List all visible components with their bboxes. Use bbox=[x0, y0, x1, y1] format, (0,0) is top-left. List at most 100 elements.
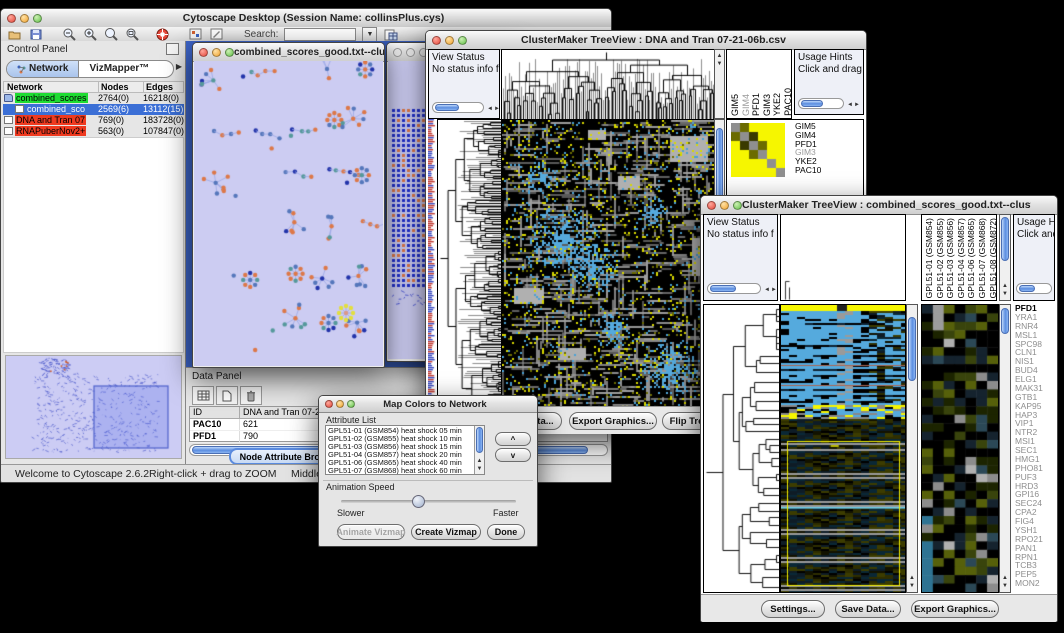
scroll-left-icon[interactable]: ◄ bbox=[847, 100, 853, 112]
minimize-button[interactable] bbox=[445, 36, 454, 45]
table-view-icon[interactable] bbox=[192, 386, 214, 405]
tab-network[interactable]: Network bbox=[7, 61, 79, 77]
network-overview-canvas[interactable] bbox=[6, 356, 181, 458]
tv2-hints-hscrollbar[interactable] bbox=[1016, 283, 1052, 294]
tv2-status-hscrollbar[interactable] bbox=[707, 283, 761, 294]
move-up-button[interactable]: ^ bbox=[495, 432, 531, 446]
tv2-row-dendrogram[interactable] bbox=[703, 304, 780, 593]
scroll-right-icon[interactable]: ► bbox=[494, 104, 500, 116]
scroll-left-icon[interactable]: ◄ bbox=[764, 285, 770, 297]
zoom-in-icon[interactable] bbox=[82, 28, 97, 41]
zoom-out-icon[interactable] bbox=[61, 28, 76, 41]
tv2-gene-list: PFD1YRA1RNR4MSL1SPC98CLN1NIS1BUD4ELG1MAK… bbox=[1015, 304, 1055, 590]
network-list-row[interactable]: RNAPuberNov2+563(0)107847(0) bbox=[3, 125, 184, 136]
tv2-zoom-heatmap[interactable] bbox=[921, 304, 999, 593]
zoom-actual-icon[interactable] bbox=[124, 28, 139, 41]
save-data-button[interactable]: Save Data... bbox=[835, 600, 901, 618]
zoom-button[interactable] bbox=[733, 201, 742, 210]
tv1-global-matrix[interactable] bbox=[731, 123, 785, 177]
help-lifesaver-icon[interactable] bbox=[155, 28, 170, 41]
zoom-selected-icon[interactable] bbox=[103, 28, 118, 41]
minimize-button[interactable] bbox=[336, 400, 344, 408]
attribute-list-item[interactable]: GPL51-07 (GSM868) heat shock 60 min bbox=[328, 467, 482, 475]
window-controls[interactable] bbox=[7, 14, 42, 23]
done-button[interactable]: Done bbox=[487, 524, 525, 540]
tv2-zoom-vscrollbar[interactable]: ▲▼ bbox=[999, 304, 1011, 593]
scroll-right-icon[interactable]: ► bbox=[771, 285, 777, 297]
tv2-view-status-panel: View Status No status info f ◄ ► bbox=[703, 214, 778, 301]
zoom-button[interactable] bbox=[347, 400, 355, 408]
net1-titlebar[interactable]: combined_scores_good.txt--cluste... bbox=[193, 43, 384, 62]
column-label: GIM4 bbox=[741, 94, 751, 116]
minimize-button[interactable] bbox=[406, 48, 415, 57]
tv1-matrix-row-labels: GIM5GIM4PFD1GIM3YKE2PAC10 bbox=[795, 122, 821, 175]
minimize-button[interactable] bbox=[20, 14, 29, 23]
new-attribute-icon[interactable] bbox=[216, 386, 238, 405]
attribute-list-vscrollbar[interactable]: ▲▼ bbox=[474, 426, 484, 474]
float-panel-icon[interactable] bbox=[166, 43, 179, 55]
zoom-button[interactable] bbox=[33, 14, 42, 23]
close-button[interactable] bbox=[432, 36, 441, 45]
import-table-icon[interactable] bbox=[383, 28, 398, 41]
zoom-button[interactable] bbox=[458, 36, 467, 45]
create-vizmap-button[interactable]: Create Vizmap bbox=[411, 524, 481, 540]
close-button[interactable] bbox=[707, 201, 716, 210]
vizmapper-panel-icon[interactable] bbox=[188, 28, 203, 41]
control-panel-title: Control Panel bbox=[7, 44, 68, 55]
close-button[interactable] bbox=[325, 400, 333, 408]
attribute-list[interactable]: GPL51-01 (GSM854) heat shock 05 minGPL51… bbox=[325, 425, 485, 475]
tv1-heatmap[interactable] bbox=[501, 119, 715, 408]
usage-hints-title: Usage Hints bbox=[1017, 217, 1051, 229]
network-view-canvas-1[interactable] bbox=[194, 61, 383, 366]
tv1-col-scroll[interactable]: ▲▼ bbox=[714, 49, 725, 119]
main-titlebar[interactable]: Cytoscape Desktop (Session Name: collins… bbox=[1, 9, 611, 28]
export-graphics-button[interactable]: Export Graphics... bbox=[569, 412, 657, 430]
zoom-button[interactable] bbox=[225, 48, 234, 57]
dialog-titlebar[interactable]: Map Colors to Network bbox=[319, 396, 537, 413]
usage-hints-title: Usage Hints bbox=[798, 52, 860, 64]
scroll-left-icon[interactable]: ◄ bbox=[487, 104, 493, 116]
speed-slider-thumb[interactable] bbox=[412, 495, 425, 508]
close-button[interactable] bbox=[393, 48, 402, 57]
tv2-heatmap-vscrollbar[interactable]: ▲▼ bbox=[906, 304, 918, 593]
export-graphics-button[interactable]: Export Graphics... bbox=[911, 600, 999, 618]
net1-title: combined_scores_good.txt--cluste... bbox=[234, 47, 384, 58]
close-button[interactable] bbox=[199, 48, 208, 57]
settings-button[interactable]: Settings... bbox=[761, 600, 825, 618]
network-overview-panel[interactable] bbox=[5, 355, 182, 459]
network-list-row[interactable]: combined_scores2764(0)16218(0) bbox=[3, 93, 184, 104]
control-panel: Control Panel Network VizMapper™ ▶ Netwo… bbox=[1, 41, 186, 464]
tv2-titlebar[interactable]: ClusterMaker TreeView : combined_scores_… bbox=[701, 196, 1057, 215]
minimize-button[interactable] bbox=[212, 48, 221, 57]
search-dropdown-arrow[interactable]: ▼ bbox=[362, 27, 377, 42]
tv1-column-dendrogram[interactable] bbox=[501, 49, 715, 121]
network-list-row[interactable]: DNA and Tran 07769(0)183728(0) bbox=[3, 115, 184, 126]
scroll-right-icon[interactable]: ► bbox=[854, 100, 860, 112]
tv2-column-tree-area[interactable] bbox=[780, 214, 906, 301]
matrix-row-label: PAC10 bbox=[795, 166, 821, 175]
tv1-hints-hscrollbar[interactable] bbox=[798, 98, 844, 109]
doc-icon bbox=[4, 116, 13, 124]
annotation-icon[interactable] bbox=[209, 28, 224, 41]
network-name: DNA and Tran 07 bbox=[15, 115, 86, 125]
tv1-status-hscrollbar[interactable] bbox=[432, 102, 484, 113]
node-count: 769(0) bbox=[98, 115, 143, 125]
trash-icon[interactable] bbox=[240, 386, 262, 405]
speed-slider-track[interactable] bbox=[341, 500, 516, 503]
tv2-labels-vscrollbar[interactable]: ▲▼ bbox=[999, 214, 1011, 301]
tab-vizmapper[interactable]: VizMapper™ bbox=[79, 61, 159, 77]
close-button[interactable] bbox=[7, 14, 16, 23]
move-down-button[interactable]: v bbox=[495, 448, 531, 462]
tv1-row-dendrogram[interactable] bbox=[437, 119, 502, 408]
tv2-heatmap[interactable] bbox=[780, 304, 906, 593]
network-list-row[interactable]: combined_sco2569(6)13112(15) bbox=[3, 104, 184, 115]
open-folder-icon[interactable] bbox=[7, 28, 22, 41]
minimize-button[interactable] bbox=[720, 201, 729, 210]
doc-icon bbox=[15, 105, 24, 113]
col-header-id[interactable]: ID bbox=[190, 407, 240, 418]
save-icon[interactable] bbox=[28, 28, 43, 41]
animate-vizmap-button[interactable]: Animate Vizmap bbox=[337, 524, 405, 540]
tv1-titlebar[interactable]: ClusterMaker TreeView : DNA and Tran 07-… bbox=[426, 31, 866, 50]
tab-overflow-arrow[interactable]: ▶ bbox=[176, 62, 182, 71]
search-input[interactable] bbox=[284, 28, 356, 41]
